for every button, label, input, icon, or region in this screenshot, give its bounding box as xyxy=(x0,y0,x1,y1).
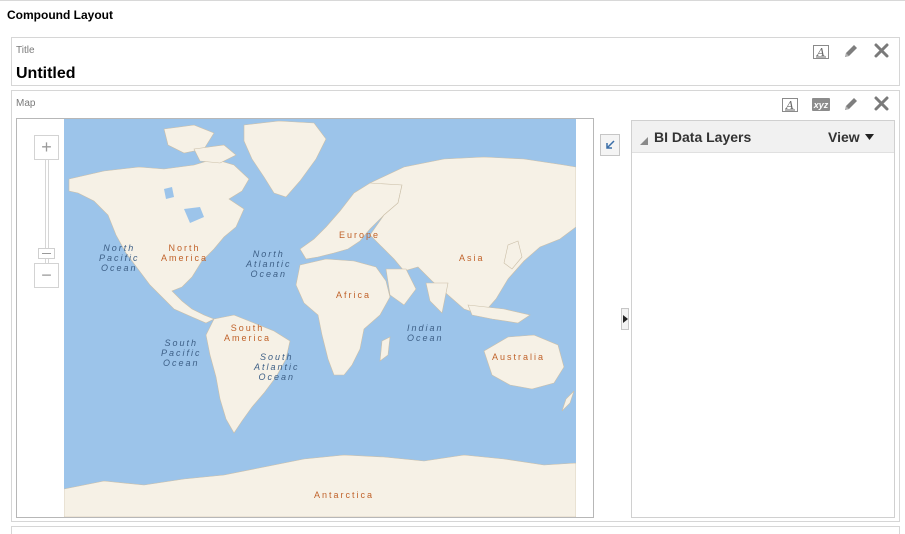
map-viewport[interactable]: North Pacific Ocean North America North … xyxy=(16,118,594,518)
remove-x-icon[interactable] xyxy=(873,42,890,59)
bi-data-layers-panel: BI Data Layers View xyxy=(631,120,895,518)
edit-pencil-icon[interactable] xyxy=(842,95,860,113)
label-south-atlantic: South Atlantic Ocean xyxy=(254,352,300,382)
label-antarctica: Antarctica xyxy=(314,490,375,500)
label-europe: Europe xyxy=(339,230,381,240)
edit-pencil-icon[interactable] xyxy=(842,42,860,60)
zoom-out-button[interactable]: − xyxy=(34,263,59,288)
triangle-right-icon xyxy=(622,315,628,323)
world-map-graphic xyxy=(64,120,576,517)
label-south-pacific: South Pacific Ocean xyxy=(161,338,202,368)
rename-xyz-text: xyz xyxy=(813,99,829,110)
collapse-panel-button[interactable] xyxy=(600,134,620,156)
collapse-triangle-icon[interactable] xyxy=(640,132,648,150)
arrow-collapse-icon xyxy=(606,140,615,149)
label-asia: Asia xyxy=(459,253,485,263)
page-title: Compound Layout xyxy=(7,8,113,22)
chevron-down-icon xyxy=(864,134,874,140)
format-text-icon[interactable]: A xyxy=(813,44,829,60)
layers-title: BI Data Layers xyxy=(654,129,752,145)
remove-x-icon[interactable] xyxy=(873,95,890,112)
zoom-in-button[interactable]: + xyxy=(34,135,59,160)
rename-xyz-icon[interactable]: xyz xyxy=(812,98,830,111)
title-text: Untitled xyxy=(16,65,76,82)
label-africa: Africa xyxy=(336,290,372,300)
map-view-panel: Map A xyz North Pacific Ocean North Amer… xyxy=(11,90,900,522)
top-divider xyxy=(0,0,905,1)
title-view-label: Title xyxy=(16,45,35,56)
label-indian-ocean: Indian Ocean xyxy=(407,323,444,343)
format-text-icon[interactable]: A xyxy=(782,97,798,113)
map-view-label: Map xyxy=(16,98,36,109)
zoom-slider-thumb[interactable] xyxy=(38,248,55,259)
view-menu-label: View xyxy=(828,129,860,145)
label-north-pacific: North Pacific Ocean xyxy=(99,243,140,273)
title-view-panel: Title Untitled A xyxy=(11,37,900,86)
label-australia: Australia xyxy=(492,352,546,362)
layers-header: BI Data Layers View xyxy=(632,121,894,153)
next-view-panel xyxy=(11,526,900,534)
splitter-toggle-button[interactable] xyxy=(621,308,629,330)
label-south-america: South America xyxy=(224,323,272,343)
label-north-atlantic: North Atlantic Ocean xyxy=(246,249,292,279)
view-menu-button[interactable]: View xyxy=(828,129,874,145)
map-canvas[interactable]: North Pacific Ocean North America North … xyxy=(64,119,576,517)
label-north-america: North America xyxy=(161,243,209,263)
